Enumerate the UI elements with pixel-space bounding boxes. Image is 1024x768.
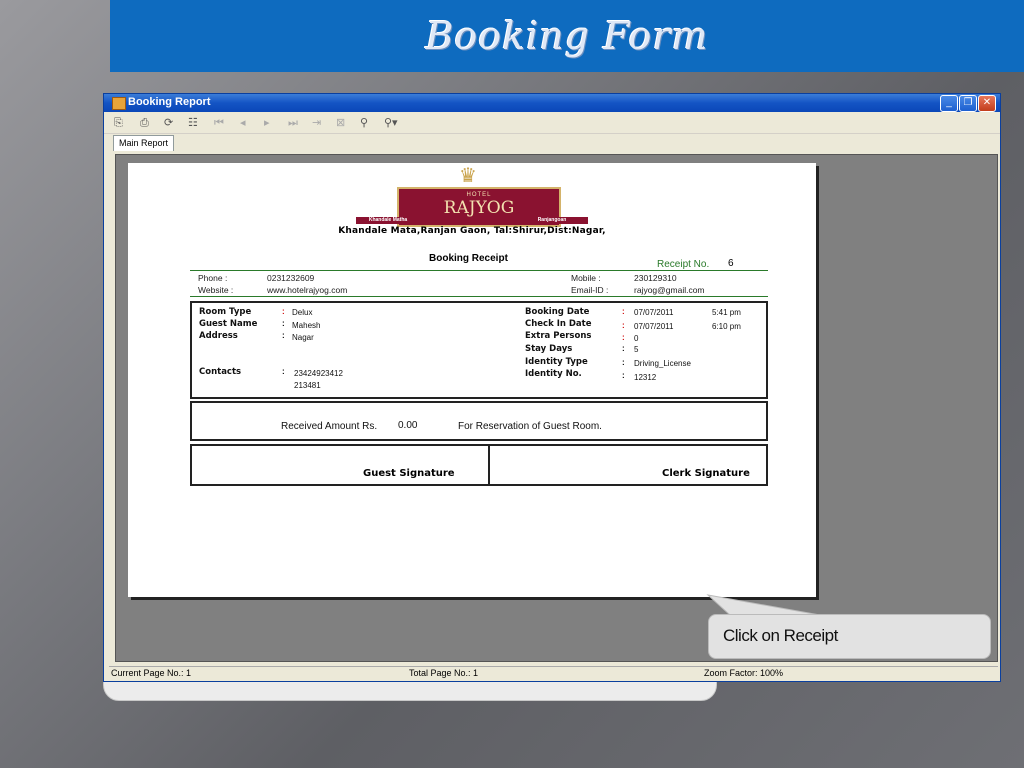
booking-date-label: Booking Date: [525, 307, 590, 317]
checkin-date-label: Check In Date: [525, 319, 592, 329]
callout-text: Click on Receipt: [723, 626, 838, 645]
booking-details-box: Room Type : Delux Guest Name : Mahesh Ad…: [190, 301, 768, 399]
colon: :: [622, 371, 625, 380]
website-label: Website :: [198, 285, 234, 295]
zoom-icon[interactable]: ⚲▾: [384, 117, 398, 129]
receipt-no-label: Receipt No.: [657, 259, 710, 270]
logo-hotel-name: RAJYOG: [443, 198, 515, 218]
report-toolbar: ⎘ ⎙ ⟳ ☷ ⏮ ◂ ▸ ⏭ ⇥ ⊠ ⚲ ⚲▾: [104, 113, 1000, 134]
colon: :: [282, 307, 285, 316]
room-type-label: Room Type: [199, 307, 252, 317]
reservation-text: For Reservation of Guest Room.: [458, 421, 602, 432]
extra-persons-label: Extra Persons: [525, 331, 592, 341]
crown-icon: ♛: [459, 165, 477, 187]
window-title: Booking Report: [128, 96, 211, 108]
slide-title: Booking Form: [425, 14, 709, 58]
stop-icon[interactable]: ⊠: [336, 117, 345, 129]
colon: :: [622, 344, 625, 353]
mobile-value: 230129310: [634, 273, 677, 283]
contacts-value-2: 213481: [294, 381, 321, 390]
website-value: www.hotelrajyog.com: [267, 285, 348, 295]
restore-button[interactable]: ❐: [959, 95, 977, 112]
colon: :: [622, 307, 625, 316]
mobile-label: Mobile :: [571, 273, 601, 283]
divider-bottom: [190, 296, 768, 297]
phone-value: 0231232609: [267, 273, 315, 283]
close-button[interactable]: ✕: [978, 95, 996, 112]
email-label: Email-ID :: [571, 285, 609, 295]
ribbon-left: Khandale Matha: [356, 217, 420, 224]
refresh-icon[interactable]: ⟳: [164, 117, 173, 129]
colon: :: [622, 321, 625, 330]
identity-type-label: Identity Type: [525, 357, 588, 367]
first-page-icon[interactable]: ⏮: [214, 117, 224, 129]
slide-title-band: Booking Form: [110, 0, 1024, 72]
contacts-value-1: 23424923412: [294, 369, 343, 378]
identity-no-label: Identity No.: [525, 369, 582, 379]
booking-date-value: 07/07/2011: [634, 308, 674, 317]
receipt-title: Booking Receipt: [429, 253, 508, 264]
print-icon[interactable]: ⎙: [140, 117, 149, 129]
goto-page-icon[interactable]: ⇥: [312, 117, 321, 129]
hotel-logo: ♛ HOTEL RAJYOG Khandale Matha Ranjangoan: [356, 163, 588, 231]
logo-ribbon: Khandale Matha Ranjangoan: [356, 217, 588, 225]
identity-no-value: 12312: [634, 373, 657, 382]
checkin-date-value: 07/07/2011: [634, 322, 674, 331]
colon: :: [622, 358, 625, 367]
received-amount-box: Received Amount Rs. 0.00 For Reservation…: [190, 401, 768, 441]
checkin-time-value: 6:10 pm: [712, 322, 741, 331]
app-icon: [112, 97, 126, 110]
last-page-icon[interactable]: ⏭: [288, 117, 298, 129]
stay-days-value: 5: [634, 345, 639, 354]
zoom-status: Zoom Factor: 100%: [704, 668, 784, 678]
hotel-address: Khandale Mata,Ranjan Gaon, Tal:Shirur,Di…: [338, 226, 606, 236]
prev-page-icon[interactable]: ◂: [240, 117, 246, 129]
room-type-value: Delux: [292, 308, 313, 317]
instruction-callout: Click on Receipt: [708, 614, 991, 659]
tree-icon[interactable]: ☷: [188, 117, 198, 129]
search-icon[interactable]: ⚲: [360, 117, 368, 129]
email-value: rajyog@gmail.com: [634, 285, 705, 295]
clerk-signature-label: Clerk Signature: [662, 468, 750, 479]
booking-report-window: Booking Report _ ❐ ✕ ⎘ ⎙ ⟳ ☷ ⏮ ◂ ▸ ⏭ ⇥ ⊠…: [103, 93, 1001, 682]
colon: :: [282, 367, 285, 376]
guest-name-label: Guest Name: [199, 319, 258, 329]
address-label: Address: [199, 331, 238, 341]
colon: :: [282, 319, 285, 328]
window-titlebar[interactable]: Booking Report _ ❐ ✕: [104, 94, 1000, 112]
tabs-row: Main Report: [104, 134, 1000, 152]
extra-persons-value: 0: [634, 334, 639, 343]
guest-name-value: Mahesh: [292, 321, 321, 330]
phone-label: Phone :: [198, 273, 228, 283]
report-viewer[interactable]: ♛ HOTEL RAJYOG Khandale Matha Ranjangoan…: [115, 154, 998, 662]
received-label: Received Amount Rs.: [281, 421, 378, 432]
export-icon[interactable]: ⎘: [114, 117, 123, 129]
booking-time-value: 5:41 pm: [712, 308, 741, 317]
stay-days-label: Stay Days: [525, 344, 573, 354]
current-page-status: Current Page No.: 1: [111, 668, 192, 678]
status-bar: Current Page No.: 1 Total Page No.: 1 Zo…: [109, 666, 998, 680]
total-page-status: Total Page No.: 1: [409, 668, 479, 678]
signature-divider: [488, 446, 490, 484]
signature-box: Guest Signature Clerk Signature: [190, 444, 768, 486]
guest-signature-label: Guest Signature: [363, 468, 455, 479]
minimize-button[interactable]: _: [940, 95, 958, 112]
receipt-no-value: 6: [728, 258, 734, 269]
contacts-label: Contacts: [199, 367, 242, 377]
colon: :: [622, 333, 625, 342]
address-value: Nagar: [292, 333, 314, 342]
receipt-page[interactable]: ♛ HOTEL RAJYOG Khandale Matha Ranjangoan…: [128, 163, 816, 597]
colon: :: [282, 331, 285, 340]
identity-type-value: Driving_License: [634, 359, 691, 368]
tab-main-report[interactable]: Main Report: [113, 135, 175, 151]
next-page-icon[interactable]: ▸: [264, 117, 270, 129]
ribbon-right: Ranjangoan: [516, 217, 588, 224]
divider-top: [190, 270, 768, 271]
received-amount-value: 0.00: [398, 420, 418, 431]
